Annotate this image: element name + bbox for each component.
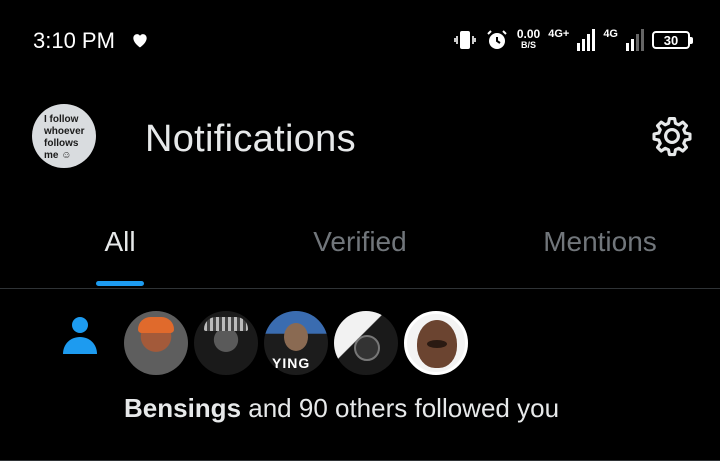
avatar[interactable] <box>264 311 328 375</box>
avatar[interactable]: I follow whoever follows me ☺ <box>32 104 96 168</box>
avatar-text-line: me ☺ <box>44 150 72 161</box>
header: I follow whoever follows me ☺ Notificati… <box>0 100 720 176</box>
avatar-text-line: I follow <box>44 114 79 125</box>
notification-text: Bensings and 90 others followed you <box>124 393 559 424</box>
speed-value: 0.00 <box>516 27 541 41</box>
gear-icon[interactable] <box>650 114 694 158</box>
network-speed: 0.00 B/S <box>516 27 541 51</box>
follower-name[interactable]: Bensings <box>124 393 241 423</box>
tab-all[interactable]: All <box>0 212 240 288</box>
notification-message: and 90 others followed you <box>241 393 560 423</box>
signal-icon <box>626 29 644 51</box>
alarm-icon <box>487 30 507 49</box>
signal-icon <box>577 29 596 51</box>
battery-icon: 30 <box>652 31 693 49</box>
status-time: 3:10 PM <box>33 28 115 53</box>
tab-label: Mentions <box>543 226 657 257</box>
avatar[interactable] <box>334 311 398 375</box>
tab-mentions[interactable]: Mentions <box>480 212 720 288</box>
tab-label: All <box>104 226 136 257</box>
follower-avatars <box>124 311 474 375</box>
network-type-2: 4G <box>603 28 618 40</box>
heart-icon <box>133 34 147 48</box>
avatar[interactable] <box>404 311 468 375</box>
vibrate-icon <box>454 31 476 49</box>
status-bar: 3:10 PM 0.00 B/S 4G+ 4G 30 <box>0 0 720 80</box>
avatar[interactable] <box>124 311 188 375</box>
tab-verified[interactable]: Verified <box>240 212 480 288</box>
speed-unit: B/S <box>521 40 537 50</box>
avatar[interactable] <box>194 311 258 375</box>
notification-item[interactable]: Bensings and 90 others followed you <box>0 289 720 461</box>
active-tab-indicator <box>96 281 144 286</box>
avatar-text-line: whoever <box>44 126 85 137</box>
status-icons: 0.00 B/S 4G+ 4G 30 <box>453 24 693 56</box>
tab-label: Verified <box>313 226 407 257</box>
avatar-text-line: follows <box>44 138 79 149</box>
person-icon <box>63 317 97 354</box>
battery-level: 30 <box>663 32 679 48</box>
network-type-1: 4G+ <box>548 28 570 40</box>
tab-bar: All Verified Mentions <box>0 212 720 289</box>
page-title: Notifications <box>145 118 356 160</box>
